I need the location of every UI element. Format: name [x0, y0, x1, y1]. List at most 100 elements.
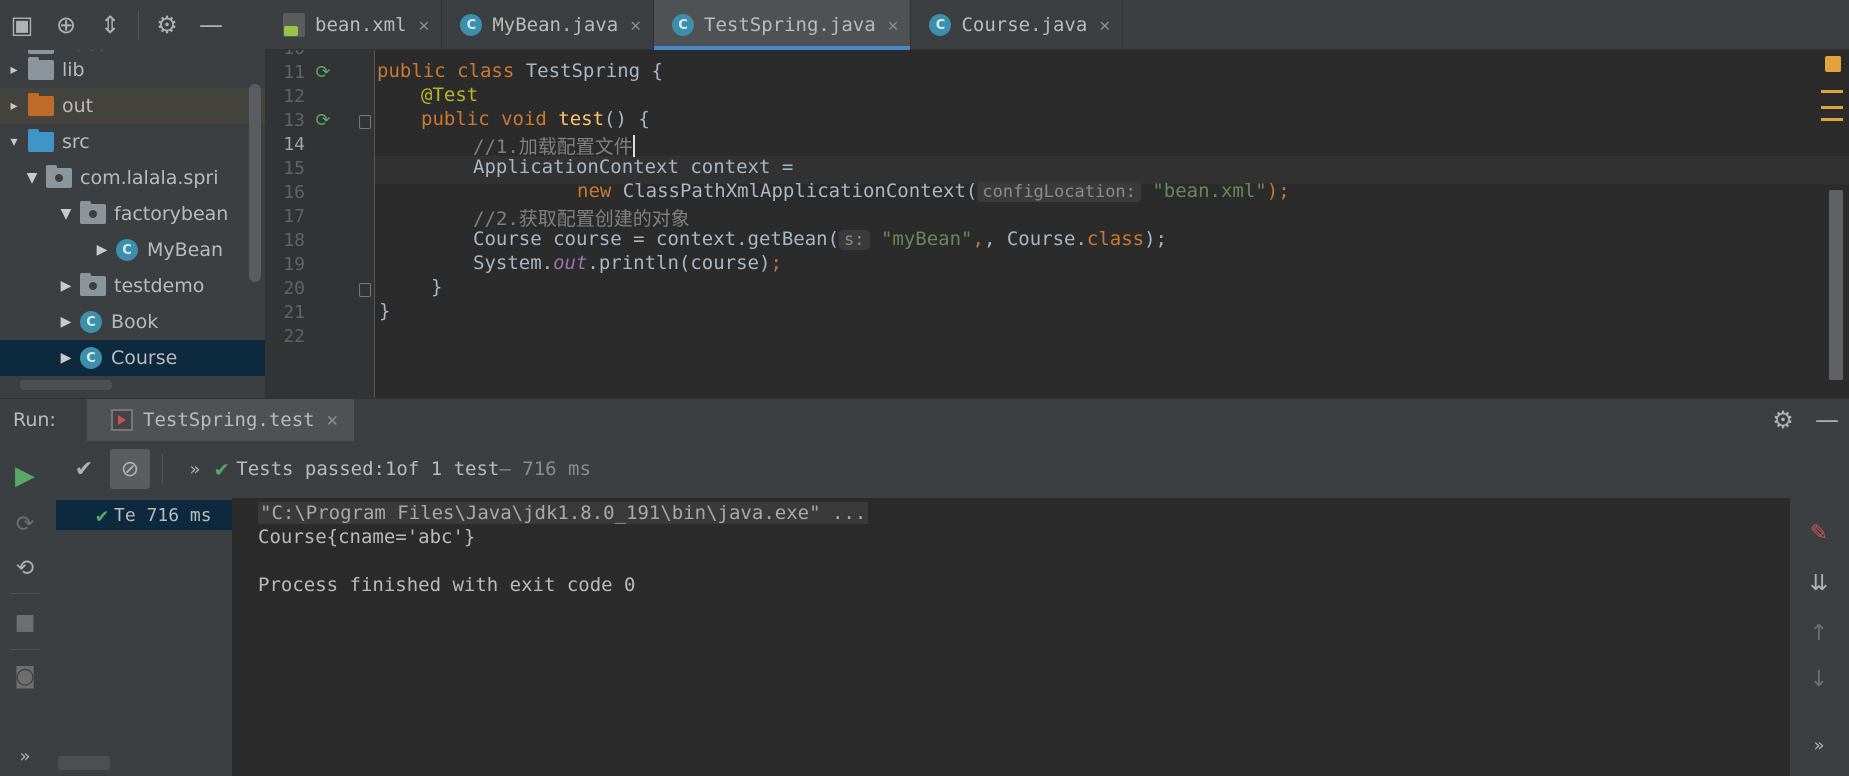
tree-item-label: Course [111, 347, 178, 369]
junit-icon [111, 409, 133, 431]
code-line-12: @Test [421, 84, 479, 106]
more-icon[interactable]: » [1804, 730, 1834, 760]
more-icon[interactable]: » [175, 449, 215, 489]
collapse-all-icon[interactable]: ⇕ [88, 3, 132, 47]
source-folder-icon [28, 129, 54, 152]
code-editor[interactable]: 10 11 12 13 14 15 16 17 18 19 20 21 22 ⟳… [265, 50, 1849, 398]
tree-item-label: testdemo [114, 275, 205, 297]
editor-scrollbar[interactable] [1829, 190, 1843, 380]
collapse-arrow-icon[interactable]: ▾ [0, 134, 28, 150]
line-number: 19 [283, 254, 305, 275]
tab-label: TestSpring.java [704, 14, 876, 36]
code-line-18: Course course = context.getBean(s: "myBe… [473, 228, 1167, 250]
text-caret [632, 135, 635, 157]
code-line-21: } [379, 300, 391, 322]
fold-icon[interactable] [359, 283, 371, 297]
camera-icon[interactable]: ◙ [10, 661, 40, 691]
console-output[interactable]: "C:\Program Files\Java\jdk1.8.0_191\bin\… [232, 498, 1790, 776]
tree-item-out[interactable]: ▸ out [0, 88, 265, 124]
hide-panel-icon[interactable]: — [1805, 406, 1849, 434]
code-line-13: public void test() { [421, 108, 650, 130]
package-icon [80, 201, 106, 224]
tree-item-label: MyBean [147, 239, 224, 261]
tree-item-testdemo[interactable]: ▶ testdemo [0, 268, 265, 304]
tree-item-label: com.lalala.spri [80, 167, 219, 189]
scroll-to-end-icon[interactable]: ⇊ [1804, 568, 1834, 598]
tree-item-label: Book [111, 311, 159, 333]
close-icon[interactable]: ✕ [630, 15, 641, 36]
line-number: 10 [265, 50, 305, 59]
class-icon: C [116, 239, 138, 261]
locate-file-icon[interactable]: ⊕ [44, 3, 88, 47]
class-icon: C [80, 311, 102, 333]
gear-icon[interactable]: ⚙ [1761, 406, 1805, 434]
warning-marker[interactable] [1821, 106, 1843, 109]
tree-item-course[interactable]: ▶ C Course [0, 340, 265, 376]
fold-icon[interactable] [359, 115, 371, 129]
inspection-status-icon[interactable] [1825, 56, 1841, 72]
tab-course-java[interactable]: C Course.java ✕ [911, 0, 1124, 50]
line-number: 20 [283, 278, 305, 299]
run-test-icon[interactable]: ⟳ [312, 110, 334, 132]
stop-icon[interactable]: ■ [10, 607, 40, 637]
xml-file-icon [283, 13, 305, 37]
code-line-15: ApplicationContext context = [473, 156, 794, 178]
expand-arrow-icon[interactable]: ▶ [88, 242, 116, 258]
tree-item-src[interactable]: ▾ src [0, 124, 265, 160]
show-ignored-icon[interactable]: ⊘ [110, 449, 150, 489]
run-config-tab[interactable]: TestSpring.test ✕ [87, 399, 355, 441]
code-line-20: } [431, 276, 443, 298]
collapse-arrow-icon[interactable]: ▼ [18, 170, 46, 186]
run-tab-label: TestSpring.test [143, 409, 315, 431]
tree-item-label: src [62, 131, 90, 153]
tree-item-package-root[interactable]: ▼ com.lalala.spri [0, 160, 265, 196]
show-passed-icon[interactable]: ✔ [64, 449, 104, 489]
collapse-arrow-icon[interactable]: ▼ [52, 206, 80, 222]
project-scrollbar[interactable] [249, 84, 261, 282]
test-class-icon: C [672, 14, 695, 36]
line-number: 15 [283, 158, 305, 179]
tab-mybean-java[interactable]: C MyBean.java ✕ [442, 0, 655, 50]
tree-item-label: factorybean [114, 203, 229, 225]
close-icon[interactable]: ✕ [888, 15, 899, 36]
gear-icon[interactable]: ⚙ [145, 3, 189, 47]
expand-arrow-icon[interactable]: ▸ [0, 98, 28, 114]
expand-arrow-icon[interactable]: ▸ [0, 62, 28, 78]
close-icon[interactable]: ✕ [327, 409, 338, 431]
toggle-auto-test-icon[interactable]: ⟲ [10, 553, 40, 583]
rerun-failed-icon[interactable]: ⟳ [10, 509, 40, 539]
hide-panel-icon[interactable]: — [189, 3, 233, 47]
class-icon: C [460, 14, 483, 36]
tab-label: MyBean.java [492, 14, 619, 36]
expand-arrow-icon[interactable]: ▶ [52, 350, 80, 366]
tree-item-label: lib [62, 59, 85, 81]
close-icon[interactable]: ✕ [1099, 15, 1110, 36]
test-result-row[interactable]: ✔ Te 716 ms [56, 500, 232, 530]
expand-arrow-icon[interactable]: ▶ [52, 314, 80, 330]
editor-gutter: 10 11 12 13 14 15 16 17 18 19 20 21 22 ⟳… [265, 50, 375, 398]
tab-testspring-java[interactable]: C TestSpring.java ✕ [654, 0, 912, 50]
tab-bean-xml[interactable]: bean.xml ✕ [265, 0, 443, 50]
tree-item-book[interactable]: ▶ C Book [0, 304, 265, 340]
warning-marker[interactable] [1821, 90, 1843, 93]
run-test-icon[interactable]: ⟳ [312, 62, 334, 84]
close-icon[interactable]: ✕ [419, 15, 430, 36]
line-number: 22 [283, 326, 305, 347]
project-toolbar: ▣ ⊕ ⇕ ⚙ — [0, 0, 265, 50]
rerun-icon[interactable]: ▶ [10, 461, 40, 491]
tree-item-factorybean[interactable]: ▼ factorybean [0, 196, 265, 232]
warning-marker[interactable] [1821, 118, 1843, 121]
line-number-current: 14 [283, 134, 305, 155]
expand-arrow-icon[interactable]: ▶ [52, 278, 80, 294]
more-icon[interactable]: » [10, 741, 40, 771]
down-arrow-icon[interactable]: ↓ [1804, 664, 1834, 694]
up-arrow-icon[interactable]: ↑ [1804, 618, 1834, 648]
tab-label: bean.xml [315, 14, 407, 36]
tree-item-lib[interactable]: ▸ lib [0, 52, 265, 88]
tree-item-mybean[interactable]: ▶ C MyBean [0, 232, 265, 268]
console-line: Process finished with exit code 0 [258, 574, 636, 596]
test-tree-scrollbar[interactable] [58, 756, 110, 770]
project-view-icon[interactable]: ▣ [0, 3, 44, 47]
project-horizontal-scrollbar[interactable] [20, 380, 112, 390]
clear-all-icon[interactable]: ✎ [1804, 518, 1834, 548]
